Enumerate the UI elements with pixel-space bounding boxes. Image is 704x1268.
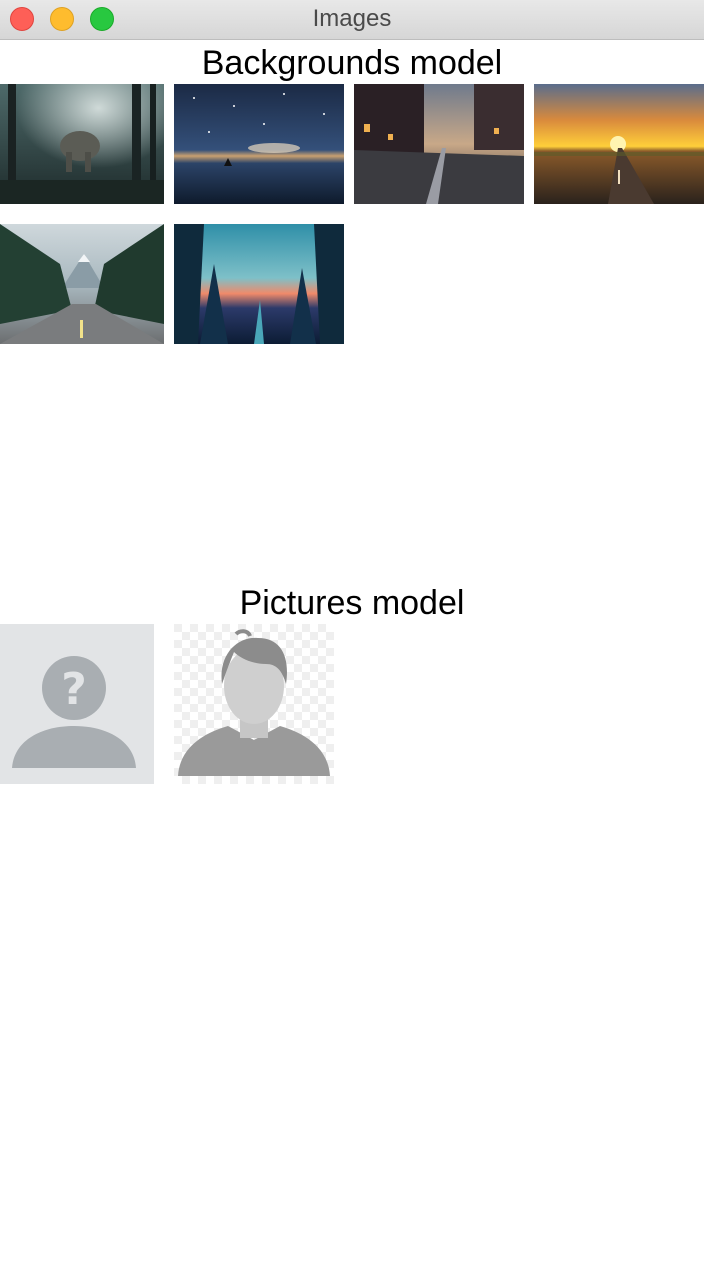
- background-image-illustrated-forest[interactable]: [174, 224, 344, 344]
- svg-text:?: ?: [61, 664, 87, 715]
- picture-male-avatar[interactable]: [174, 624, 334, 784]
- picture-unknown-user[interactable]: ?: [0, 624, 154, 784]
- background-image-forest-road[interactable]: [0, 224, 164, 344]
- window-title: Images: [312, 5, 392, 32]
- window-titlebar: Images: [0, 0, 704, 40]
- background-image-elephant[interactable]: [0, 84, 164, 204]
- background-image-cobblestone-street[interactable]: [354, 84, 524, 204]
- background-image-starry-lake[interactable]: [174, 84, 344, 204]
- pictures-title: Pictures model: [239, 584, 465, 622]
- backgrounds-title: Backgrounds model: [201, 44, 503, 82]
- background-image-sunset-road[interactable]: [534, 84, 704, 204]
